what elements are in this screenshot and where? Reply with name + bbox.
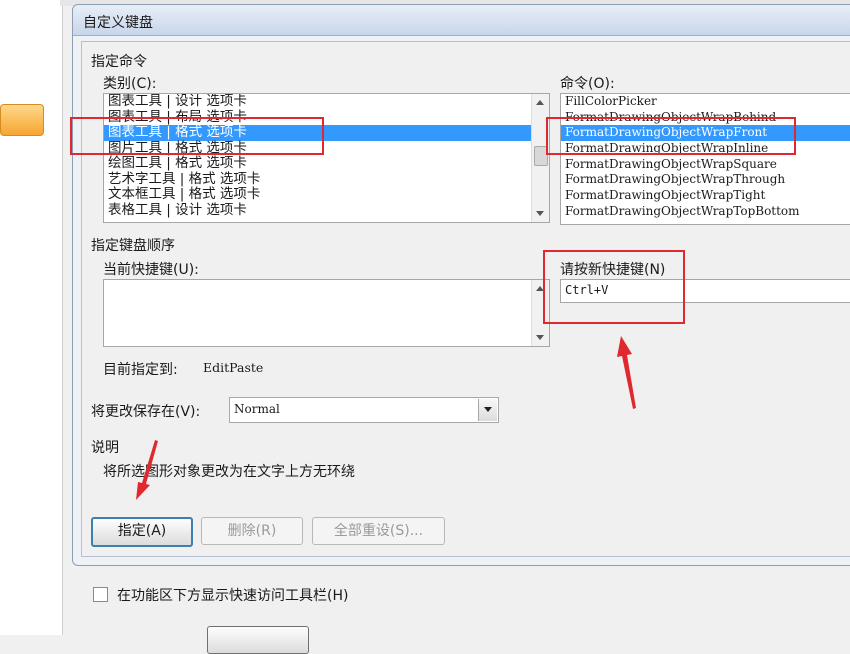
annotation-arrow-up-icon (617, 336, 636, 409)
annotation-arrows (136, 336, 636, 500)
annotation-arrow-down-icon (136, 440, 158, 500)
